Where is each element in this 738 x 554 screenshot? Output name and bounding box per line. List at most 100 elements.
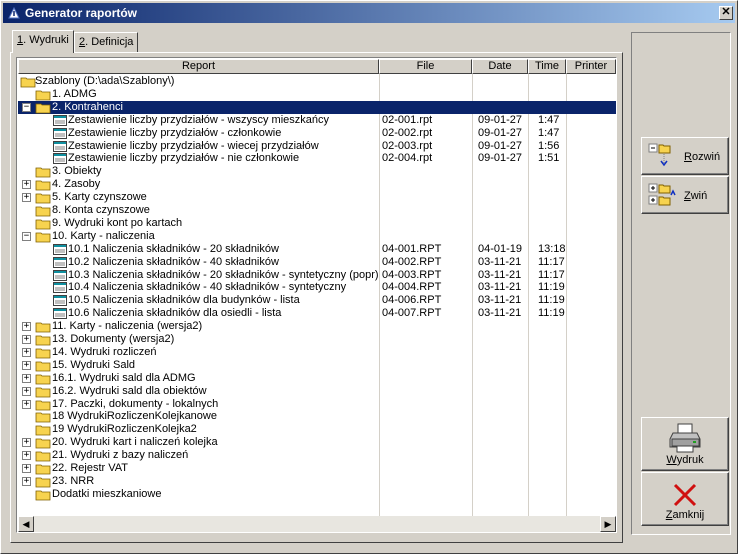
column-header-report[interactable]: Report: [18, 59, 379, 74]
folder-icon: [35, 102, 51, 114]
report-file-icon: [53, 153, 67, 165]
tree-folder-row[interactable]: +14. Wydruki rozliczeń: [18, 346, 616, 359]
expand-node-icon[interactable]: +: [22, 476, 31, 486]
collapse-button[interactable]: Zwiń: [641, 176, 729, 214]
tree-folder-row[interactable]: +17. Paczki, dokumenty - lokalnych: [18, 398, 616, 411]
report-row[interactable]: 10.2 Naliczenia składników - 40 składnik…: [18, 256, 616, 269]
tree-folder-row[interactable]: +16.1. Wydruki sald dla ADMG: [18, 372, 616, 385]
tree-folder-row[interactable]: Dodatki mieszkaniowe: [18, 488, 616, 501]
column-header-file[interactable]: File: [379, 59, 472, 74]
tree-folder-row[interactable]: +15. Wydruki Sald: [18, 359, 616, 372]
tree-folder-row[interactable]: 18 WydrukiRozliczenKolejkanowe: [18, 410, 616, 423]
row-label: 15. Wydruki Sald: [52, 358, 136, 371]
report-row[interactable]: 10.1 Naliczenia składników - 20 składnik…: [18, 243, 616, 256]
column-header-printer[interactable]: Printer: [566, 59, 616, 74]
report-tree[interactable]: Report File Date Time Printer Szablony (…: [16, 57, 617, 533]
folder-icon: [35, 411, 51, 423]
folder-icon: [35, 463, 51, 475]
folder-icon: [35, 192, 51, 204]
row-label: Zestawienie liczby przydziałów - wszyscy…: [68, 113, 330, 126]
horizontal-scrollbar[interactable]: ◀ ▶: [18, 516, 616, 532]
expand-node-icon[interactable]: +: [22, 360, 31, 370]
expand-node-icon[interactable]: +: [22, 193, 31, 203]
tree-folder-row[interactable]: +4. Zasoby: [18, 178, 616, 191]
folder-icon: [20, 76, 36, 88]
report-row[interactable]: 10.3 Naliczenia składników - 20 składnik…: [18, 269, 616, 282]
report-row[interactable]: Zestawienie liczby przydziałów - członko…: [18, 127, 616, 140]
expand-button[interactable]: Rozwiń: [641, 137, 729, 175]
scroll-right-button[interactable]: ▶: [600, 516, 616, 532]
column-header-time[interactable]: Time: [528, 59, 566, 74]
tree-folder-row[interactable]: 1. ADMG: [18, 88, 616, 101]
print-button[interactable]: Wydruk: [641, 417, 729, 471]
report-row[interactable]: 10.6 Naliczenia składników dla osiedli -…: [18, 307, 616, 320]
collapse-node-icon[interactable]: −: [22, 102, 31, 112]
row-date: 03-11-21: [478, 281, 522, 294]
tree-folder-row[interactable]: +13. Dokumenty (wersja2): [18, 333, 616, 346]
expand-node-icon[interactable]: +: [22, 335, 31, 344]
report-row[interactable]: 10.5 Naliczenia składników dla budynków …: [18, 294, 616, 307]
tree-folder-row[interactable]: 9. Wydruki kont po kartach: [18, 217, 616, 230]
row-file: 02-003.rpt: [382, 139, 433, 152]
row-label: 10.1 Naliczenia składników - 20 składnik…: [68, 242, 279, 255]
report-file-icon: [53, 308, 67, 320]
folder-icon: [35, 424, 51, 436]
row-file: 04-006.RPT: [382, 294, 442, 307]
tree-folder-row[interactable]: Szablony (D:\ada\Szablony\): [18, 75, 616, 88]
tree-folder-row[interactable]: +20. Wydruki kart i naliczeń kolejka: [18, 436, 616, 449]
tree-expand-icon: [648, 143, 671, 167]
folder-icon: [35, 399, 51, 411]
tree-folder-row[interactable]: +5. Karty czynszowe: [18, 191, 616, 204]
tree-folder-row[interactable]: +21. Wydruki z bazy naliczeń: [18, 449, 616, 462]
expand-node-icon[interactable]: +: [22, 322, 31, 332]
expand-node-icon[interactable]: +: [22, 399, 31, 409]
red-x-icon: [673, 483, 697, 507]
folder-icon: [35, 321, 51, 333]
tree-folder-row[interactable]: − 2. Kontrahenci: [18, 100, 616, 114]
close-button[interactable]: Zamknij: [641, 472, 729, 526]
collapse-node-icon[interactable]: −: [22, 231, 31, 241]
tree-folder-row[interactable]: +22. Rejestr VAT: [18, 462, 616, 475]
tab-definicja[interactable]: 2. Definicja: [74, 32, 139, 52]
tree-folder-row[interactable]: +11. Karty - naliczenia (wersja2): [18, 320, 616, 333]
scroll-left-button[interactable]: ◀: [18, 516, 34, 532]
tree-folder-row[interactable]: 3. Obiekty: [18, 165, 616, 178]
report-row[interactable]: 10.4 Naliczenia składników - 40 składnik…: [18, 281, 616, 294]
row-time: 1:47: [538, 113, 560, 126]
expand-node-icon[interactable]: +: [22, 180, 31, 190]
report-row[interactable]: Zestawienie liczby przydziałów - nie czł…: [18, 152, 616, 165]
row-time: 11:19: [538, 281, 565, 294]
expand-node-icon[interactable]: +: [22, 347, 31, 357]
expand-node-icon[interactable]: +: [22, 386, 31, 396]
row-label: 10.4 Naliczenia składników - 40 składnik…: [68, 281, 347, 294]
tree-folder-row[interactable]: +16.2. Wydruki sald dla obiektów: [18, 385, 616, 398]
expand-node-icon[interactable]: +: [22, 438, 31, 448]
title-bar[interactable]: Generator raportów: [3, 3, 735, 23]
tree-folder-row[interactable]: − 10. Karty - naliczenia: [18, 230, 616, 243]
row-label: 1. ADMG: [52, 87, 97, 100]
window-close-button[interactable]: ✕: [719, 6, 733, 20]
tree-folder-row[interactable]: 8. Konta czynszowe: [18, 204, 616, 217]
expand-node-icon[interactable]: +: [22, 373, 31, 383]
tab-wydruki[interactable]: 1. Wydruki: [12, 30, 74, 53]
tree-folder-row[interactable]: 19 WydrukiRozliczenKolejka2: [18, 423, 616, 436]
row-label: 14. Wydruki rozliczeń: [52, 345, 157, 358]
column-header-date[interactable]: Date: [472, 59, 528, 74]
print-label: Wydruk: [666, 454, 704, 466]
row-label: 3. Obiekty: [52, 165, 102, 178]
row-file: 04-003.RPT: [382, 268, 442, 281]
folder-icon: [35, 360, 51, 372]
report-row[interactable]: Zestawienie liczby przydziałów - wszyscy…: [18, 114, 616, 127]
expand-label: Rozwiń: [684, 151, 721, 163]
tree-folder-row[interactable]: +23. NRR: [18, 475, 616, 488]
row-label: 18 WydrukiRozliczenKolejkanowe: [52, 410, 217, 423]
expand-node-icon[interactable]: +: [22, 464, 31, 473]
report-file-icon: [53, 127, 67, 139]
printer-icon: [669, 423, 701, 453]
expand-node-icon[interactable]: +: [22, 451, 31, 461]
folder-icon: [35, 450, 51, 462]
folder-icon: [35, 179, 51, 191]
app-icon: [8, 7, 20, 19]
row-label: 16.1. Wydruki sald dla ADMG: [52, 371, 196, 384]
report-row[interactable]: Zestawienie liczby przydziałów - wiecej …: [18, 140, 616, 153]
